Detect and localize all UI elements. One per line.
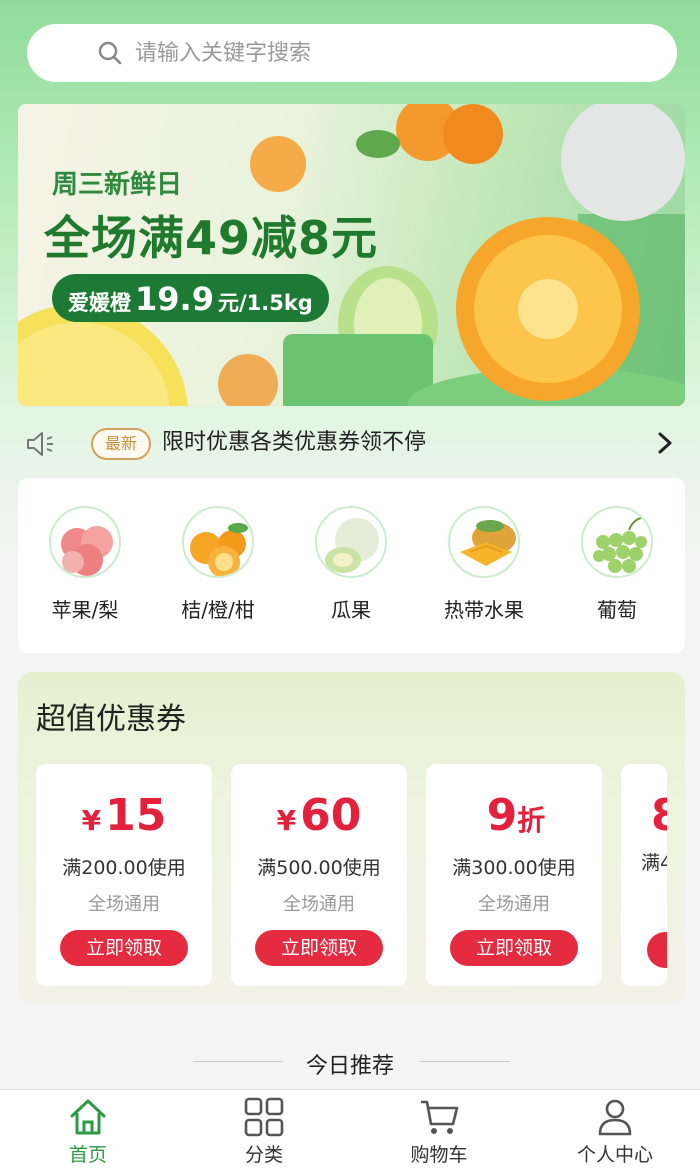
coupon-scope: 全场通用 [88,894,160,915]
banner-price-pill: 爱媛橙 19.9 元/1.5kg [52,274,329,322]
category-item-apple-pear[interactable]: 苹果/梨 [30,506,140,623]
tab-label: 个人中心 [576,1144,653,1166]
grape-icon [581,506,653,578]
section-heading: 今日推荐 [0,1040,700,1084]
tab-category[interactable]: 分类 [199,1096,329,1167]
cart-icon [421,1100,459,1134]
category-item-grape[interactable]: 葡萄 [562,506,672,623]
coupon-condition: 满4 [641,852,667,874]
category-item-orange[interactable]: 桔/橙/柑 [163,506,273,623]
category-label: 葡萄 [597,598,637,622]
promo-price: 19.9 [135,280,214,318]
category-label: 桔/橙/柑 [181,598,255,622]
tab-cart[interactable]: 购物车 [374,1096,504,1167]
claim-coupon-button[interactable]: 立即领取 [450,930,578,966]
coupon-condition: 满200.00使用 [62,857,186,879]
user-icon [598,1099,632,1136]
coupon-card-partial[interactable]: 8 满4 [621,764,667,986]
category-label: 苹果/梨 [51,598,119,622]
mango-icon [448,506,520,578]
bottom-tab-bar: 首页 分类 购物车 个人中心 [0,1089,700,1174]
category-label: 瓜果 [331,598,371,622]
claim-coupon-button[interactable]: 立即领取 [60,930,188,966]
search-bar[interactable] [27,24,677,82]
coupon-amount: 8 [651,790,667,841]
coupon-card[interactable]: ¥15 满200.00使用 全场通用 立即领取 [36,764,212,986]
tab-label: 分类 [244,1144,283,1166]
promo-banner[interactable]: 周三新鲜日 全场满49减8元 爱媛橙 19.9 元/1.5kg [18,104,685,406]
coupon-scope: 全场通用 [283,894,355,915]
coupon-condition: 满500.00使用 [257,857,381,879]
search-input[interactable] [135,40,595,66]
coupon-amount: ¥60 [276,790,362,841]
notice-text: 限时优惠各类优惠券领不停 [162,430,427,455]
tab-profile[interactable]: 个人中心 [550,1096,680,1167]
tab-home[interactable]: 首页 [23,1096,153,1167]
search-icon [98,41,122,65]
tab-label: 首页 [68,1144,107,1166]
chevron-right-icon[interactable] [656,430,674,456]
coupon-section: 超值优惠券 ¥15 满200.00使用 全场通用 立即领取 ¥60 满500.0… [18,672,685,1004]
tab-label: 购物车 [410,1144,468,1166]
section-heading-text: 今日推荐 [305,1054,394,1079]
coupon-amount: ¥15 [81,790,167,841]
speaker-icon [27,432,53,456]
category-item-melon[interactable]: 瓜果 [296,506,406,623]
apple-pear-icon [49,506,121,578]
melon-icon [315,506,387,578]
category-item-tropical[interactable]: 热带水果 [429,506,539,623]
category-grid-icon [244,1097,284,1137]
coupon-scope: 全场通用 [478,894,550,915]
coupon-condition: 满300.00使用 [452,857,576,879]
new-badge: 最新 [91,428,152,460]
home-icon [70,1099,106,1135]
coupon-card[interactable]: ¥60 满500.00使用 全场通用 立即领取 [231,764,407,986]
promo-label: 爱媛橙 [68,291,131,315]
claim-coupon-button[interactable] [647,932,667,968]
notice-bar[interactable]: 最新 限时优惠各类优惠券领不停 [0,418,700,468]
coupon-card[interactable]: 9折 满300.00使用 全场通用 立即领取 [426,764,602,986]
category-panel: 苹果/梨 桔/橙/柑 瓜果 热带水果 葡萄 [18,478,685,653]
banner-subtitle: 周三新鲜日 [52,170,183,200]
claim-coupon-button[interactable]: 立即领取 [255,930,383,966]
coupon-amount: 9折 [486,790,546,841]
divider [420,1061,510,1062]
coupon-section-title: 超值优惠券 [36,702,186,737]
promo-unit: 元/1.5kg [217,291,313,315]
category-label: 热带水果 [444,598,524,622]
banner-title: 全场满49减8元 [44,211,379,265]
orange-icon [182,506,254,578]
